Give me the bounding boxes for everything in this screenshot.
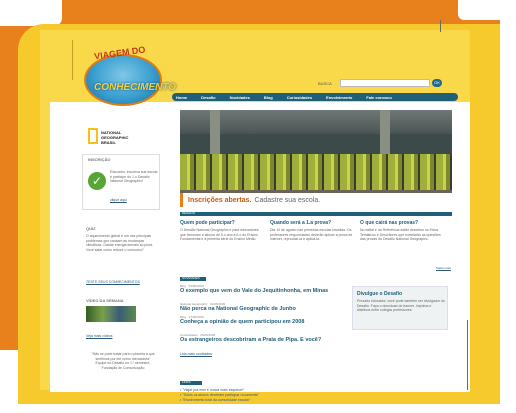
news-header: NOVIDADES — [180, 276, 206, 281]
main-nav: Home Desafio Novidades Blog Curiosidades… — [172, 93, 458, 101]
related-link[interactable]: • "Todos os alunos deveriam participar n… — [180, 393, 259, 397]
search-input[interactable] — [340, 79, 430, 87]
faq-question[interactable]: Quem pode participar? — [180, 220, 235, 226]
divider — [72, 40, 73, 80]
nav-item-novidades[interactable]: Novidades — [230, 95, 250, 100]
news-label: NOVIDADES — [182, 276, 200, 280]
divulgue-title[interactable]: Divulgue o Desafio — [357, 291, 402, 297]
nav-item-fale-conosco[interactable]: Fale conosco — [366, 95, 392, 100]
faq-answer: No edital e na Referência estão descrito… — [360, 228, 441, 241]
related-link[interactable]: • "Envolvimento total da comunidade esco… — [180, 398, 250, 402]
nav-item-home[interactable]: Home — [176, 95, 187, 100]
globe-icon — [84, 54, 162, 106]
national-geographic-logo[interactable]: NATIONAL GEOGRAPHIC BRASIL — [88, 128, 132, 150]
search-label: BUSCA — [318, 81, 332, 86]
faq-question[interactable]: O que cairá nas provas? — [360, 220, 418, 226]
background — [500, 0, 516, 413]
nav-item-blog[interactable]: Blog — [264, 95, 273, 100]
check-icon: ✓ — [88, 172, 106, 190]
video-link[interactable]: Veja mais vídeos — [86, 334, 112, 338]
section-label: DESAFIO — [182, 211, 196, 215]
registration-banner[interactable]: Inscrições abertas. Cadastre sua escola. — [180, 193, 452, 207]
quote-text: "Não se pode tratar para o planeta a que… — [91, 352, 155, 370]
news-title[interactable]: Os estrangeiros descobriram a Praia de P… — [180, 337, 340, 343]
banner-text: Cadastre sua escola. — [254, 196, 321, 204]
divider — [467, 320, 468, 390]
photo-crowd — [180, 154, 452, 190]
background — [0, 0, 62, 26]
faq-answer: Dia 10 de agosto nas primeiras escolas i… — [270, 228, 353, 241]
inscricao-text: Educador, inscreva sua escola e particip… — [110, 170, 158, 183]
inscricao-link[interactable]: clique aqui — [110, 198, 127, 202]
site-logo[interactable]: VIAGEM DO CONHECIMENTO — [80, 44, 176, 110]
divider — [440, 20, 441, 32]
hero-photo[interactable] — [180, 110, 452, 205]
quiz-title: QUIZ — [86, 226, 96, 231]
news-title[interactable]: O exemplo que vem do Vale do Jequitinhon… — [180, 288, 330, 294]
links-label: LINKS — [182, 380, 191, 384]
video-thumbnail[interactable] — [86, 306, 136, 322]
divulgue-text: Prezado educador, você pode também ser d… — [357, 299, 445, 312]
faq-question[interactable]: Quando será a 1.a prova? — [270, 220, 331, 226]
more-link[interactable]: Saiba mais — [436, 266, 451, 270]
background — [0, 350, 18, 413]
divulgue-box: Divulgue o Desafio Prezado educador, voc… — [352, 286, 448, 330]
quiz-link[interactable]: TESTE SEUS CONHECIMENTOS — [86, 280, 140, 284]
section-header: DESAFIO — [180, 211, 452, 216]
news-title[interactable]: Conheça a opinião de quem participou em … — [180, 319, 330, 325]
related-link[interactable]: • "Viajar pra mim é nunca mais esquecer" — [180, 388, 244, 392]
video-title: VÍDEO DA SEMANA — [86, 298, 124, 303]
nav-item-envolvimento[interactable]: Envolvimento — [326, 95, 352, 100]
news-title[interactable]: Não perca na National Geographic de Junh… — [180, 306, 340, 312]
logo-text: CONHECIMENTO — [94, 82, 177, 93]
nav-item-desafio[interactable]: Desafio — [201, 95, 215, 100]
ng-frame-icon — [88, 128, 98, 144]
faq-answer: O Desafio National Geographic é para edu… — [180, 228, 259, 241]
links-header: LINKS — [180, 380, 202, 385]
quiz-text: O aquecimento global é um dos principais… — [86, 234, 154, 252]
search-button[interactable]: OK — [432, 79, 442, 87]
ng-logo-text: BRASIL — [101, 140, 116, 145]
photo-ceiling — [180, 110, 452, 134]
news-link[interactable]: Leia mais novidades — [180, 352, 212, 356]
banner-highlight: Inscrições abertas. — [188, 196, 252, 204]
nav-item-curiosidades[interactable]: Curiosidades — [287, 95, 312, 100]
inscricao-title: INSCRIÇÃO — [88, 157, 111, 162]
